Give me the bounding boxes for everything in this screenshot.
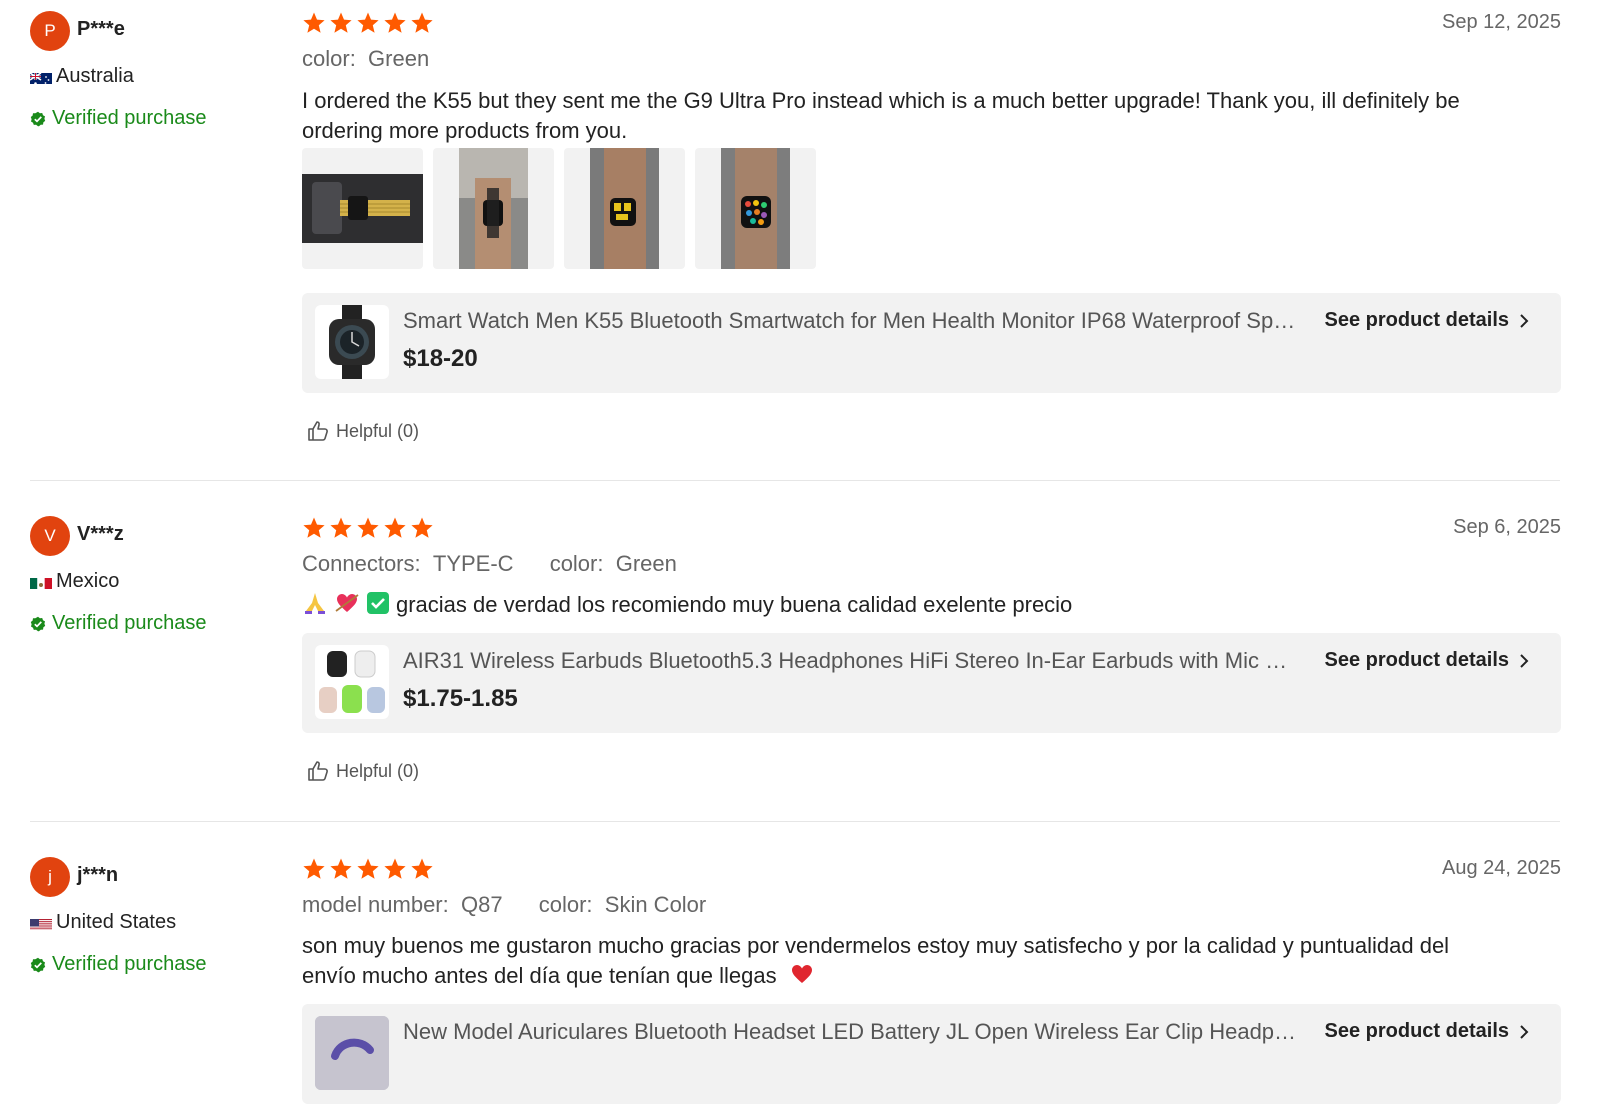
review-text: I ordered the K55 but they sent me the G… [302, 86, 1502, 146]
divider [30, 821, 1560, 822]
divider [30, 480, 1560, 481]
review-photo[interactable] [564, 148, 685, 269]
reviewer-country: United States [30, 911, 176, 934]
helpful-button[interactable]: Helpful (0) [306, 759, 419, 783]
reviewer-country: Australia [30, 65, 134, 88]
see-product-details-link[interactable]: See product details [1325, 649, 1530, 672]
review-text: son muy buenos me gustaron mucho gracias… [302, 931, 1502, 994]
product-title[interactable]: Smart Watch Men K55 Bluetooth Smartwatch… [403, 308, 1298, 334]
chevron-right-icon [1519, 653, 1529, 669]
star-icon [383, 857, 407, 881]
review-card: j j***n United States Verified purchase … [0, 857, 1600, 1075]
star-icon [410, 857, 434, 881]
star-rating [302, 11, 434, 35]
sku-attributes: model number: Q87 color: Skin Color [302, 892, 736, 918]
star-icon [410, 516, 434, 540]
verified-label: Verified purchase [52, 953, 207, 976]
sku-attribute: color: Green [550, 551, 677, 576]
review-card: V V***z Mexico Verified purchase Sep 6, … [0, 516, 1600, 821]
review-photos [302, 148, 816, 269]
sku-attribute: model number: Q87 [302, 892, 503, 917]
product-card[interactable]: Smart Watch Men K55 Bluetooth Smartwatch… [302, 293, 1561, 393]
star-icon [356, 516, 380, 540]
star-icon [383, 11, 407, 35]
star-icon [410, 11, 434, 35]
mexico-flag-icon [30, 575, 52, 589]
product-title[interactable]: AIR31 Wireless Earbuds Bluetooth5.3 Head… [403, 648, 1298, 674]
star-rating [302, 516, 434, 540]
see-product-details-link[interactable]: See product details [1325, 1020, 1530, 1043]
review-date: Aug 24, 2025 [1442, 857, 1561, 880]
sku-attribute: color: Green [302, 46, 429, 71]
sku-attribute: Connectors: TYPE-C [302, 551, 514, 576]
product-card[interactable]: New Model Auriculares Bluetooth Headset … [302, 1004, 1561, 1104]
product-card[interactable]: AIR31 Wireless Earbuds Bluetooth5.3 Head… [302, 633, 1561, 733]
star-icon [329, 857, 353, 881]
thumbs-up-icon [306, 759, 330, 783]
product-thumbnail [315, 305, 389, 379]
avatar: V [30, 516, 70, 556]
praying-hands-icon [302, 591, 328, 623]
chevron-right-icon [1519, 313, 1529, 329]
review-photo[interactable] [302, 148, 423, 269]
reviewer-name: j***n [77, 864, 118, 887]
verified-label: Verified purchase [52, 107, 207, 130]
star-rating [302, 857, 434, 881]
star-icon [302, 11, 326, 35]
sku-attribute: color: Skin Color [539, 892, 707, 917]
verified-purchase-badge: Verified purchase [30, 953, 207, 976]
helpful-button[interactable]: Helpful (0) [306, 419, 419, 443]
star-icon [329, 11, 353, 35]
reviewer-country: Mexico [30, 570, 119, 593]
sku-attributes: Connectors: TYPE-C color: Green [302, 551, 707, 577]
see-product-details-link[interactable]: See product details [1325, 309, 1530, 332]
product-title[interactable]: New Model Auriculares Bluetooth Headset … [403, 1019, 1298, 1045]
avatar: j [30, 857, 70, 897]
sku-attributes: color: Green [302, 46, 459, 72]
heart-arrow-icon [334, 591, 360, 623]
verified-purchase-badge: Verified purchase [30, 612, 207, 635]
verified-label: Verified purchase [52, 612, 207, 635]
verified-purchase-badge: Verified purchase [30, 107, 207, 130]
reviewer-name: V***z [77, 523, 124, 546]
star-icon [383, 516, 407, 540]
star-icon [329, 516, 353, 540]
star-icon [356, 11, 380, 35]
thumbs-up-icon [306, 419, 330, 443]
star-icon [302, 516, 326, 540]
product-price: $1.75-1.85 [403, 685, 518, 713]
check-mark-button-icon [366, 591, 390, 623]
chevron-right-icon [1519, 1024, 1529, 1040]
review-date: Sep 6, 2025 [1453, 516, 1561, 539]
verified-check-icon [30, 111, 46, 127]
verified-check-icon [30, 957, 46, 973]
review-card: P P***e Australia Verified purchase Sep … [0, 0, 1600, 480]
product-price: $18-20 [403, 345, 478, 373]
review-text: gracias de verdad los recomiendo muy bue… [302, 590, 1502, 623]
star-icon [356, 857, 380, 881]
reviewer-name: P***e [77, 18, 125, 41]
review-photo[interactable] [433, 148, 554, 269]
review-photo[interactable] [695, 148, 816, 269]
red-heart-icon [789, 962, 815, 994]
country-label: United States [56, 911, 176, 934]
product-thumbnail [315, 1016, 389, 1090]
star-icon [302, 857, 326, 881]
product-thumbnail [315, 645, 389, 719]
usa-flag-icon [30, 916, 52, 930]
review-date: Sep 12, 2025 [1442, 11, 1561, 34]
country-label: Australia [56, 65, 134, 88]
verified-check-icon [30, 616, 46, 632]
australia-flag-icon [30, 70, 52, 84]
country-label: Mexico [56, 570, 119, 593]
avatar: P [30, 11, 70, 51]
